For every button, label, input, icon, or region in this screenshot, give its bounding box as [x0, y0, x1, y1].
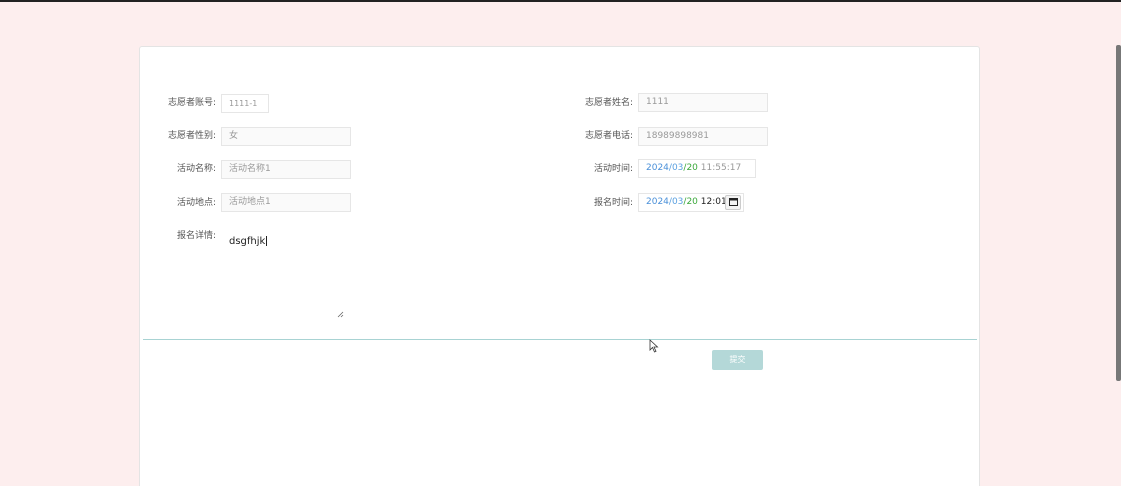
details-textarea[interactable]: dsgfhjk [229, 236, 268, 247]
details-label: 报名详情: [176, 231, 216, 241]
form-divider [143, 339, 977, 340]
activity-time-day: 20 [686, 163, 698, 173]
form-panel: 志愿者账号: 1111-1 志愿者姓名: 1111 志愿者性别: 女 志愿者电话… [139, 46, 980, 486]
activity-name-field[interactable]: 活动名称1 [221, 160, 351, 179]
signup-time-year: 2024 [646, 197, 669, 207]
activity-time-field[interactable]: 2024/03/20 11:55:17 [638, 159, 756, 178]
activity-time-month: 03 [671, 163, 684, 173]
mouse-pointer-icon [649, 339, 659, 357]
resize-grip-icon[interactable] [337, 311, 344, 320]
phone-field[interactable]: 18989898981 [638, 127, 768, 146]
name-label: 志愿者姓名: [584, 98, 633, 108]
signup-time-field[interactable]: 2024/03/20 12:01 [638, 193, 744, 212]
gender-field[interactable]: 女 [221, 127, 351, 146]
activity-place-field[interactable]: 活动地点1 [221, 193, 351, 212]
account-field[interactable]: 1111-1 [221, 94, 269, 113]
signup-time-clock: 12:01 [700, 197, 727, 207]
gender-label: 志愿者性别: [167, 131, 216, 141]
account-label: 志愿者账号: [167, 98, 216, 108]
window-top-border [0, 0, 1121, 2]
details-text: dsgfhjk [229, 236, 266, 247]
submit-button[interactable]: 提交 [712, 350, 763, 370]
signup-time-month: 03 [671, 197, 684, 207]
activity-place-label: 活动地点: [176, 198, 216, 208]
name-field[interactable]: 1111 [638, 93, 768, 112]
signup-time-day: 20 [686, 197, 698, 207]
activity-time-clock: 11:55:17 [700, 163, 742, 173]
calendar-icon[interactable] [725, 195, 741, 210]
signup-time-label: 报名时间: [593, 198, 633, 208]
scrollbar[interactable] [1116, 45, 1121, 381]
activity-time-year: 2024 [646, 163, 669, 173]
activity-name-label: 活动名称: [176, 164, 216, 174]
phone-label: 志愿者电话: [584, 131, 633, 141]
activity-time-label: 活动时间: [593, 164, 633, 174]
